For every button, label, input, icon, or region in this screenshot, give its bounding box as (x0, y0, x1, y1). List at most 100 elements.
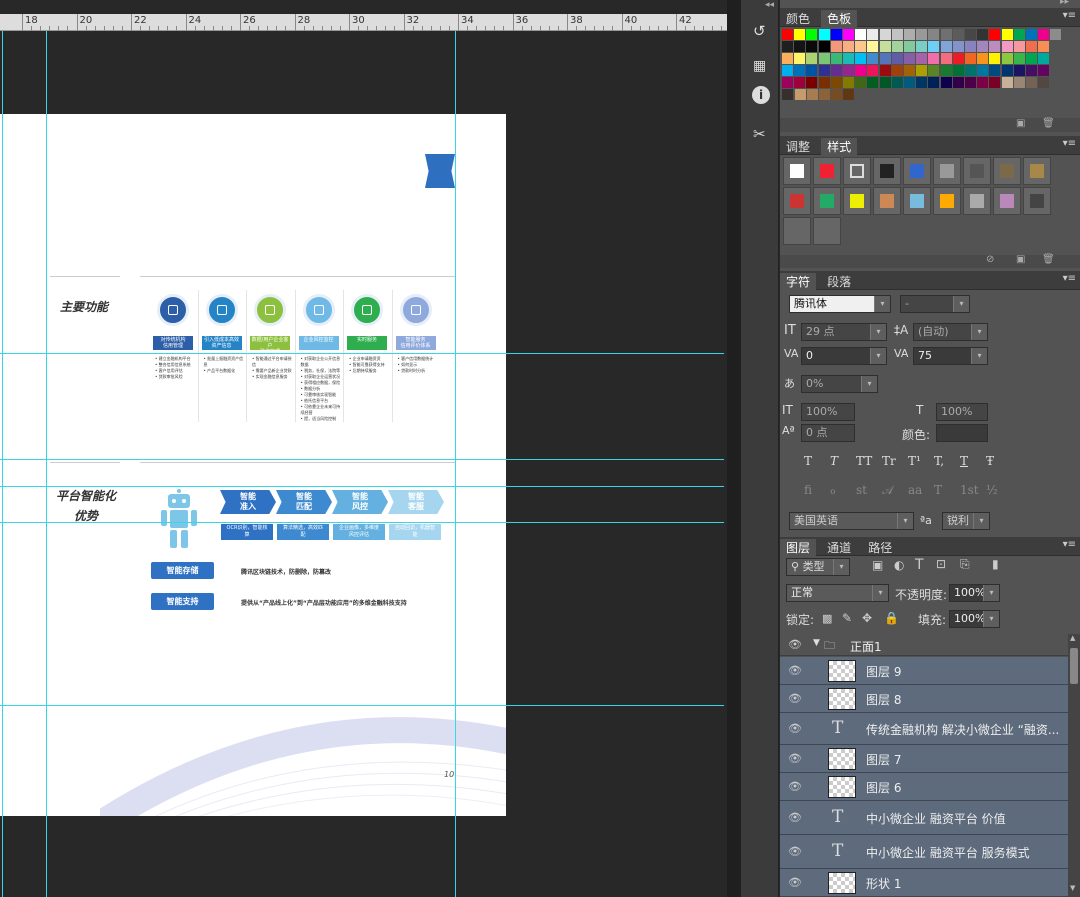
tab-styles[interactable]: 样式 (821, 138, 858, 156)
color-swatch[interactable] (940, 53, 952, 64)
color-swatch[interactable] (1013, 65, 1025, 76)
opentype-button[interactable]: aa (908, 483, 922, 497)
color-swatch[interactable] (891, 77, 903, 88)
color-swatch[interactable] (1026, 41, 1037, 52)
style-swatch[interactable] (1023, 187, 1051, 215)
color-swatch[interactable] (1001, 77, 1013, 88)
color-swatch[interactable] (1026, 65, 1037, 76)
color-swatch[interactable] (879, 53, 891, 64)
color-swatch[interactable] (819, 89, 830, 100)
panel-menu-icon[interactable]: ▾≡ (1063, 10, 1076, 21)
color-swatch[interactable] (1026, 53, 1037, 64)
layer-row[interactable]: 👁 图层 7 (780, 745, 1068, 773)
color-swatch[interactable] (1001, 29, 1013, 40)
color-swatch[interactable] (952, 29, 964, 40)
color-swatch[interactable] (879, 41, 891, 52)
language-select[interactable]: 美国英语 ▾ (789, 512, 914, 530)
color-swatch[interactable] (1050, 29, 1062, 40)
color-swatch[interactable] (916, 41, 928, 52)
color-swatch[interactable] (904, 41, 915, 52)
text-style-button[interactable]: T¹ (908, 454, 921, 468)
color-swatch[interactable] (989, 53, 1001, 64)
style-swatch[interactable] (903, 187, 931, 215)
color-swatch[interactable] (806, 29, 818, 40)
tab-adjustments[interactable]: 调整 (780, 138, 816, 156)
eye-icon[interactable]: 👁 (788, 811, 802, 824)
color-swatch[interactable] (965, 53, 976, 64)
color-swatch[interactable] (830, 41, 842, 52)
scroll-thumb[interactable] (1070, 648, 1078, 684)
color-swatch[interactable] (855, 41, 867, 52)
opacity-field[interactable]: 100% ▾ (949, 584, 1000, 602)
style-swatch[interactable] (993, 187, 1021, 215)
color-swatch[interactable] (1026, 77, 1037, 88)
layer-row[interactable]: 👁 T 中小微企业 融资平台 价值 (780, 801, 1068, 835)
new-style-icon[interactable]: ▣ (1016, 254, 1025, 265)
eye-icon[interactable]: 👁 (788, 692, 802, 705)
image-filter-icon[interactable]: ▣ (872, 558, 883, 572)
color-swatch[interactable] (794, 29, 806, 40)
color-swatch[interactable] (977, 65, 989, 76)
color-swatch[interactable] (830, 53, 842, 64)
color-swatch[interactable] (818, 53, 830, 64)
text-style-button[interactable]: TT (856, 454, 872, 468)
eye-icon[interactable]: 👁 (788, 638, 802, 651)
color-swatch[interactable] (879, 29, 891, 40)
eye-icon[interactable]: 👁 (788, 780, 802, 793)
style-swatch[interactable] (1023, 157, 1051, 185)
color-swatch[interactable] (818, 29, 830, 40)
text-style-button[interactable]: T (830, 454, 838, 468)
color-swatch[interactable] (989, 65, 1001, 76)
lock-pixels-icon[interactable]: ✎ (842, 611, 852, 625)
color-swatch[interactable] (928, 53, 940, 64)
tracking-field[interactable]: 75 ▾ (913, 347, 988, 365)
new-swatch-icon[interactable]: ▣ (1016, 118, 1025, 129)
color-swatch[interactable] (904, 53, 915, 64)
collapse-arrows-icon[interactable]: ◂◂ (765, 0, 774, 10)
color-swatch[interactable] (818, 65, 830, 76)
opentype-button[interactable]: ½ (986, 483, 998, 497)
color-swatch[interactable] (867, 53, 879, 64)
panel-menu-icon[interactable]: ▾≡ (1063, 273, 1076, 284)
style-swatch[interactable] (963, 157, 991, 185)
style-swatch[interactable] (843, 157, 871, 185)
lock-transparent-icon[interactable]: ▩ (822, 612, 832, 625)
panel-menu-icon[interactable]: ▾≡ (1063, 138, 1076, 149)
color-swatch[interactable] (1038, 29, 1050, 40)
color-swatch[interactable] (928, 77, 940, 88)
eye-icon[interactable]: 👁 (788, 752, 802, 765)
shape-filter-icon[interactable]: ⊡ (936, 557, 946, 571)
color-swatch[interactable] (904, 29, 915, 40)
guide-vertical[interactable] (455, 31, 456, 897)
color-swatch[interactable] (904, 65, 915, 76)
color-swatch[interactable] (965, 41, 976, 52)
filter-toggle-icon[interactable]: ▮ (992, 557, 999, 571)
color-swatch[interactable] (794, 41, 806, 52)
color-swatch[interactable] (818, 77, 830, 88)
color-swatch[interactable] (1038, 65, 1050, 76)
color-swatch[interactable] (940, 41, 952, 52)
color-swatch[interactable] (831, 89, 843, 100)
color-swatch[interactable] (916, 53, 928, 64)
color-swatch[interactable] (818, 41, 830, 52)
blend-mode-select[interactable]: 正常 ▾ (786, 584, 889, 602)
color-swatch[interactable] (965, 65, 976, 76)
style-swatch[interactable] (993, 157, 1021, 185)
color-swatch[interactable] (1001, 41, 1013, 52)
opentype-button[interactable]: 1st (960, 483, 979, 497)
tools-icon[interactable]: ✂ (753, 125, 766, 143)
color-swatch[interactable] (916, 65, 928, 76)
color-swatch[interactable] (1038, 41, 1050, 52)
tab-swatches[interactable]: 色板 (821, 10, 858, 28)
color-swatch[interactable] (867, 77, 879, 88)
eye-icon[interactable]: 👁 (788, 876, 802, 889)
color-swatch[interactable] (867, 65, 879, 76)
panel-menu-icon[interactable]: ▾≡ (1063, 539, 1076, 550)
guide-horizontal[interactable] (0, 353, 724, 354)
color-swatch[interactable] (1013, 77, 1025, 88)
text-style-button[interactable]: Ŧ (986, 454, 994, 468)
text-style-button[interactable]: T (960, 454, 968, 468)
style-swatch[interactable] (873, 157, 901, 185)
horizontal-scale-field[interactable]: 100% (936, 403, 988, 421)
color-swatch[interactable] (806, 89, 818, 100)
